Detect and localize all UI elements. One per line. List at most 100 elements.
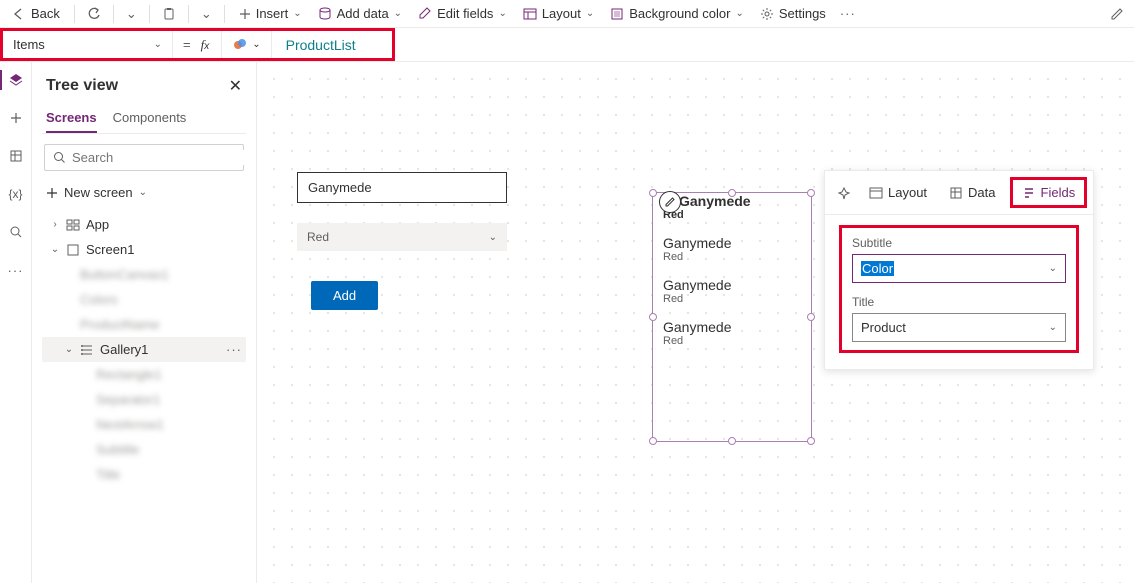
formula-input[interactable]: ProductList: [272, 31, 392, 58]
product-name-input[interactable]: [297, 172, 507, 203]
resize-handle[interactable]: [728, 437, 736, 445]
copilot-icon: [232, 37, 248, 53]
insert-label: Insert: [256, 6, 289, 21]
fields-body-highlight: Subtitle Color ⌄ Title Product ⌄: [839, 225, 1079, 353]
copilot-button[interactable]: ⌄: [221, 31, 271, 58]
close-icon[interactable]: ✕: [229, 76, 242, 96]
separator: [149, 5, 150, 23]
fields-highlight: Fields: [1010, 177, 1088, 208]
tree-item-label: App: [86, 217, 109, 232]
tree-item-app[interactable]: › App: [42, 212, 246, 237]
data-rail-icon[interactable]: [6, 146, 26, 166]
search-input[interactable]: [72, 150, 248, 165]
undo-chevron[interactable]: ⌄: [122, 2, 141, 26]
paste-chevron[interactable]: ⌄: [197, 2, 216, 26]
back-arrow-icon: [12, 7, 26, 21]
screen-icon: [66, 243, 80, 257]
tab-fields[interactable]: Fields: [1014, 181, 1084, 204]
dropdown-value: Red: [307, 230, 329, 244]
add-button[interactable]: Add: [311, 281, 378, 310]
insert-rail-icon[interactable]: [6, 108, 26, 128]
subtitle-field-label: Subtitle: [852, 236, 1066, 250]
resize-handle[interactable]: [649, 313, 657, 321]
edit-fields-icon: [418, 7, 432, 21]
data-icon: [949, 186, 963, 200]
gallery-item-title: Ganymede: [679, 193, 801, 209]
tree-tabs: Screens Components: [42, 104, 246, 134]
bgcolor-label: Background color: [629, 6, 730, 21]
tree-item-blurred[interactable]: Rectangle1: [42, 362, 246, 387]
gallery-item[interactable]: Ganymede Red: [653, 227, 811, 269]
pencil-icon: [664, 196, 676, 208]
tab-components[interactable]: Components: [113, 104, 187, 133]
tree-item-blurred[interactable]: NextArrow1: [42, 412, 246, 437]
undo-button[interactable]: [83, 3, 105, 25]
gallery-selection[interactable]: Ganymede Red Ganymede Red Ganymede Red G…: [652, 192, 812, 442]
pin-button[interactable]: [833, 182, 855, 204]
more-commands[interactable]: ···: [836, 2, 860, 25]
fx-icon: fx: [201, 31, 222, 58]
tree-item-screen1[interactable]: ⌄ Screen1: [42, 237, 246, 262]
tree-view-rail-icon[interactable]: [6, 70, 26, 90]
edit-fields-menu[interactable]: Edit fields ⌄: [412, 3, 513, 24]
gallery-icon: [80, 343, 94, 357]
formula-bar: Items ⌄ = fx ⌄ ProductList: [0, 28, 1134, 62]
tree-item-blurred[interactable]: Title: [42, 462, 246, 487]
gallery-item-subtitle: Red: [663, 335, 801, 347]
tree-item-label: Screen1: [86, 242, 134, 257]
tree-search[interactable]: [44, 144, 244, 171]
tab-data[interactable]: Data: [941, 181, 1003, 204]
color-dropdown[interactable]: Red ⌄: [297, 223, 507, 251]
plus-icon: [46, 187, 58, 199]
layout-label: Layout: [542, 6, 581, 21]
pin-icon: [837, 186, 851, 200]
new-screen-button[interactable]: New screen ⌄: [42, 179, 246, 206]
tree-item-blurred[interactable]: ProductName: [42, 312, 246, 337]
property-selector[interactable]: Items ⌄: [3, 31, 173, 58]
gallery-item[interactable]: Ganymede Red: [653, 269, 811, 311]
undo-icon: [87, 7, 101, 21]
more-icon[interactable]: ···: [226, 342, 242, 357]
tree-item-blurred[interactable]: Colors: [42, 287, 246, 312]
pencil-icon: [1110, 7, 1124, 21]
edit-template-badge[interactable]: [659, 191, 681, 213]
tree-view-title: Tree view: [46, 77, 118, 95]
tree-item-blurred[interactable]: Separator1: [42, 387, 246, 412]
prop-pane-tabs: Layout Data Fields: [825, 171, 1093, 215]
gear-icon: [760, 7, 774, 21]
tree-item-label: Gallery1: [100, 342, 148, 357]
title-field-select[interactable]: Product ⌄: [852, 313, 1066, 342]
tree-view-panel: Tree view ✕ Screens Components New scree…: [32, 62, 257, 583]
separator: [74, 5, 75, 23]
tab-screens[interactable]: Screens: [46, 104, 97, 133]
back-button[interactable]: Back: [6, 3, 66, 24]
gallery-item[interactable]: Ganymede Red: [653, 311, 811, 353]
bgcolor-icon: [610, 7, 624, 21]
search-rail-icon[interactable]: [6, 222, 26, 242]
more-rail-icon[interactable]: ···: [6, 260, 26, 280]
canvas: Red ⌄ Add Ganymede Red Ganymede: [257, 62, 1134, 583]
tree-item-blurred[interactable]: Subtitle: [42, 437, 246, 462]
resize-handle[interactable]: [807, 437, 815, 445]
settings-menu[interactable]: Settings: [754, 3, 832, 24]
resize-handle[interactable]: [649, 437, 657, 445]
tree-item-gallery1[interactable]: ⌄ Gallery1 ···: [42, 337, 246, 362]
resize-handle[interactable]: [807, 313, 815, 321]
property-pane: Layout Data Fields Subtitle Col: [824, 170, 1094, 370]
tree-item-blurred[interactable]: ButtonCanvas1: [42, 262, 246, 287]
fields-icon: [1022, 186, 1036, 200]
separator: [188, 5, 189, 23]
variables-rail-icon[interactable]: {x}: [6, 184, 26, 204]
separator: [113, 5, 114, 23]
paste-button[interactable]: [158, 3, 180, 25]
subtitle-field-select[interactable]: Color ⌄: [852, 254, 1066, 283]
tab-layout[interactable]: Layout: [861, 181, 935, 204]
insert-menu[interactable]: Insert ⌄: [233, 3, 308, 24]
layout-menu[interactable]: Layout ⌄: [517, 3, 600, 24]
title-field-value: Product: [861, 320, 906, 335]
edit-pencil-button[interactable]: [1106, 3, 1128, 25]
app-icon: [66, 218, 80, 232]
add-data-menu[interactable]: Add data ⌄: [312, 3, 408, 24]
database-icon: [318, 7, 332, 21]
bgcolor-menu[interactable]: Background color ⌄: [604, 3, 750, 24]
